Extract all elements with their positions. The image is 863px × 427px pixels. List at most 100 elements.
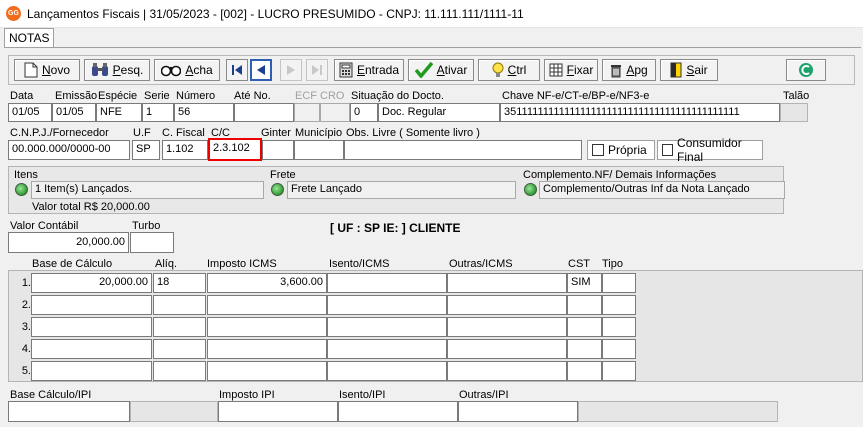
isento-icms-cell[interactable]: [327, 339, 447, 359]
ctrl-button[interactable]: Ctrl: [478, 59, 540, 81]
serie-field[interactable]: 1: [142, 103, 174, 122]
grid-header-imposto: Imposto ICMS: [207, 258, 277, 270]
obs-field[interactable]: [344, 140, 582, 160]
outras-icms-cell[interactable]: [447, 361, 567, 381]
binoculars-icon: [91, 63, 108, 76]
trash-icon: [611, 64, 622, 77]
isento-icms-cell[interactable]: [327, 273, 447, 293]
refresh-button[interactable]: [786, 59, 826, 81]
label-chave: Chave NF-e/CT-e/BP-e/NF3-e: [502, 90, 650, 102]
imposto-icms-cell[interactable]: 3,600.00: [207, 273, 327, 293]
isento-icms-cell[interactable]: [327, 295, 447, 315]
data-field[interactable]: 01/05: [8, 103, 52, 122]
tipo-cell[interactable]: [602, 339, 636, 359]
ate-no-field[interactable]: [234, 103, 294, 122]
tipo-cell[interactable]: [602, 317, 636, 337]
next-record-button[interactable]: [280, 59, 302, 81]
label-emissao: Emissão: [55, 90, 98, 102]
isento-ipi-field[interactable]: [338, 401, 458, 422]
aliq-cell[interactable]: [153, 295, 206, 315]
aliq-cell[interactable]: [153, 317, 206, 337]
first-record-button[interactable]: [226, 59, 248, 81]
cst-cell[interactable]: [567, 361, 602, 381]
previous-record-button[interactable]: [250, 59, 272, 81]
acha-button[interactable]: Acha: [154, 59, 220, 81]
next-icon: [287, 65, 295, 75]
complemento-status-field: Complemento/Outras Inf da Nota Lançado: [539, 181, 785, 199]
base-calculo-cell[interactable]: [31, 317, 152, 337]
last-record-button[interactable]: [306, 59, 328, 81]
imposto-icms-cell[interactable]: [207, 361, 327, 381]
aliq-cell[interactable]: 18: [153, 273, 206, 293]
isento-icms-cell[interactable]: [327, 317, 447, 337]
exit-door-icon: [670, 62, 682, 78]
aliq-cell[interactable]: [153, 361, 206, 381]
outras-ipi-field[interactable]: [458, 401, 578, 422]
grid-header-outras: Outras/ICMS: [449, 258, 513, 270]
imposto-ipi-field[interactable]: [218, 401, 338, 422]
pesq-button[interactable]: Pesq.: [84, 59, 150, 81]
tipo-cell[interactable]: [602, 295, 636, 315]
base-ipi-field[interactable]: [8, 401, 130, 422]
base-calculo-cell[interactable]: [31, 361, 152, 381]
grid-header-base: Base de Cálculo: [32, 258, 113, 270]
aliq-cell[interactable]: [153, 339, 206, 359]
itens-status-icon[interactable]: [15, 183, 28, 196]
label-turbo: Turbo: [132, 220, 161, 232]
row-number: 4.: [21, 343, 31, 355]
situacao-code-field[interactable]: 0: [350, 103, 378, 122]
fixar-button[interactable]: Fixar: [544, 59, 598, 81]
uf-field[interactable]: SP: [132, 140, 160, 160]
label-ecf: ECF: [295, 90, 317, 102]
imposto-icms-cell[interactable]: [207, 339, 327, 359]
imposto-icms-cell[interactable]: [207, 317, 327, 337]
app-icon: GG: [6, 6, 21, 21]
base-calculo-cell[interactable]: [31, 295, 152, 315]
outras-icms-cell[interactable]: [447, 273, 567, 293]
propria-checkbox[interactable]: Própria: [587, 140, 655, 160]
imposto-icms-cell[interactable]: [207, 295, 327, 315]
tipo-cell[interactable]: [602, 361, 636, 381]
cst-cell[interactable]: [567, 339, 602, 359]
sair-button[interactable]: Sair: [660, 59, 718, 81]
chave-field[interactable]: 3511111111111111111111111111111111111111…: [500, 103, 780, 122]
previous-icon: [257, 65, 265, 75]
tipo-cell[interactable]: [602, 273, 636, 293]
cst-cell[interactable]: SIM: [567, 273, 602, 293]
talao-field[interactable]: [780, 103, 808, 122]
new-document-icon: [24, 62, 38, 78]
label-talao: Talão: [783, 90, 810, 102]
outras-icms-cell[interactable]: [447, 295, 567, 315]
window-title: Lançamentos Fiscais | 31/05/2023 - [002]…: [27, 7, 524, 21]
cnpj-field[interactable]: 00.000.000/0000-00: [8, 140, 130, 160]
cst-cell[interactable]: [567, 295, 602, 315]
frete-status-icon[interactable]: [271, 183, 284, 196]
cst-cell[interactable]: [567, 317, 602, 337]
turbo-field[interactable]: [130, 232, 174, 253]
uf-ie-cliente-text: [ UF : SP IE: ] CLIENTE: [330, 221, 461, 235]
valor-contabil-field[interactable]: 20,000.00: [8, 232, 129, 253]
consumidor-final-checkbox-box: [662, 144, 674, 156]
especie-field[interactable]: NFE: [96, 103, 142, 122]
base-calculo-cell[interactable]: [31, 339, 152, 359]
entrada-button[interactable]: Entrada: [334, 59, 404, 81]
label-base-ipi: Base Cálculo/IPI: [10, 389, 92, 401]
novo-button[interactable]: Novo: [14, 59, 80, 81]
outras-icms-cell[interactable]: [447, 339, 567, 359]
tab-notas[interactable]: NOTAS: [4, 28, 55, 47]
complemento-status-icon[interactable]: [524, 183, 537, 196]
label-outras-ipi: Outras/IPI: [459, 389, 509, 401]
ativar-button[interactable]: Ativar: [408, 59, 474, 81]
consumidor-final-checkbox[interactable]: Consumidor Final: [657, 136, 763, 164]
base-calculo-cell[interactable]: 20,000.00: [31, 273, 152, 293]
isento-icms-cell[interactable]: [327, 361, 447, 381]
ginter-field[interactable]: [262, 140, 294, 160]
lightbulb-icon: [492, 62, 504, 77]
emissao-field[interactable]: 01/05: [52, 103, 96, 122]
apg-button[interactable]: Apg: [602, 59, 656, 81]
numero-field[interactable]: 56: [174, 103, 234, 122]
cfiscal-field[interactable]: 1.102: [162, 140, 208, 160]
outras-icms-cell[interactable]: [447, 317, 567, 337]
label-cfiscal: C. Fiscal: [162, 127, 205, 139]
municipio-field[interactable]: [294, 140, 344, 160]
